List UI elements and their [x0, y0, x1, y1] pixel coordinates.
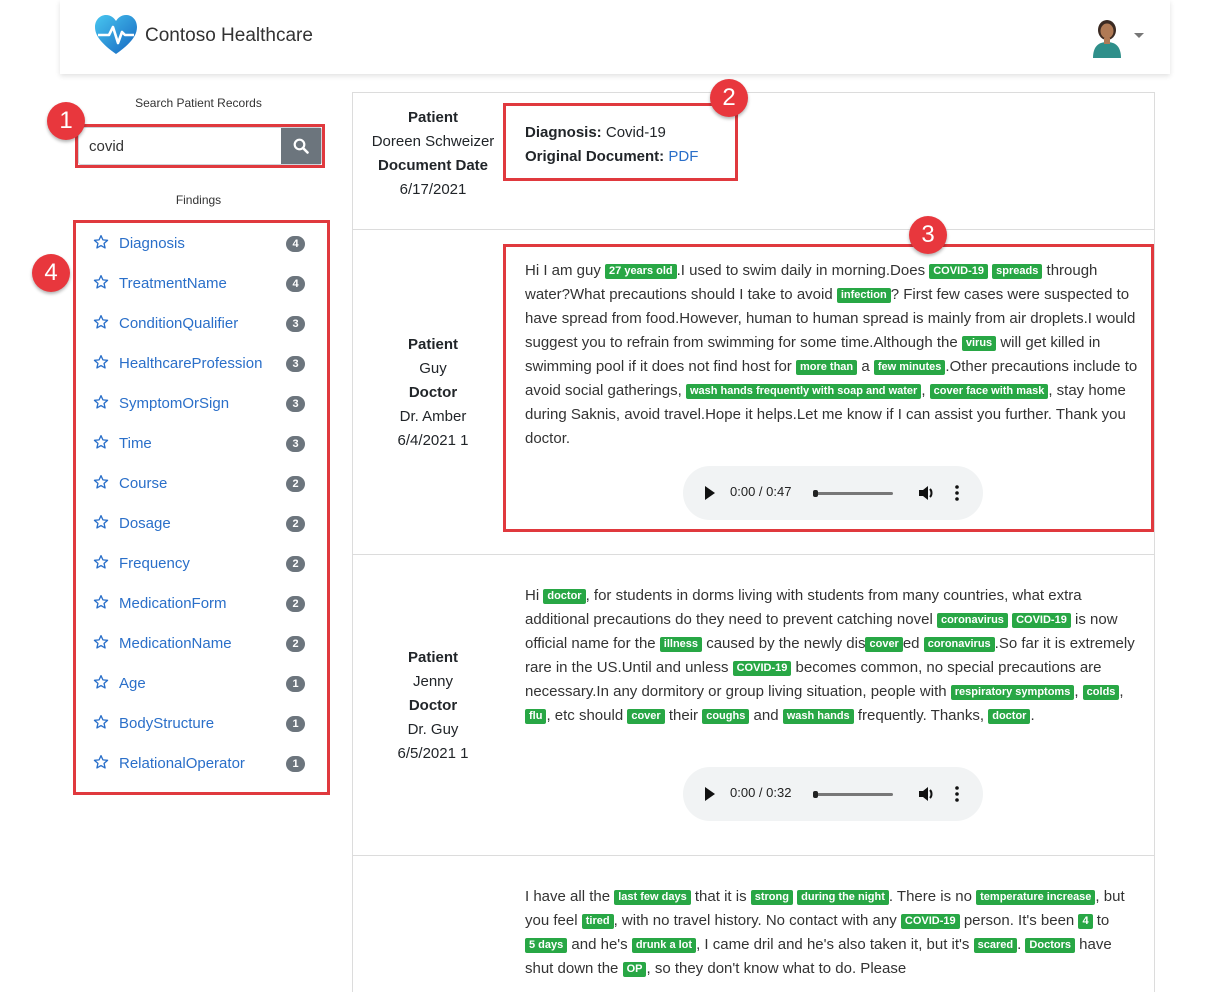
entity-tag[interactable]: COVID-19 — [900, 914, 960, 929]
message-text: I have all the — [525, 888, 615, 905]
record-message: Hi doctor, for students in dorms living … — [525, 584, 1143, 728]
record-date: 6/4/2021 1 — [397, 432, 469, 449]
entity-tag[interactable]: coronavirus — [936, 613, 1008, 628]
message-text: and — [749, 707, 783, 724]
entity-tag[interactable]: colds — [1082, 685, 1120, 700]
message-text: to — [1092, 912, 1110, 929]
entity-tag[interactable]: temperature increase — [976, 890, 1096, 905]
entity-tag[interactable]: tired — [581, 914, 614, 929]
patient-name: Guy — [419, 360, 447, 377]
entity-tag[interactable]: drunk a lot — [631, 938, 697, 953]
patient-label: Patient — [407, 109, 458, 126]
entity-tag[interactable]: 5 days — [525, 938, 568, 953]
message-text: caused by the newly dis — [702, 635, 866, 652]
play-icon[interactable] — [705, 787, 715, 801]
entity-tag[interactable]: 4 — [1078, 914, 1093, 929]
findings-title: Findings — [175, 193, 222, 207]
entity-tag[interactable]: cover — [865, 637, 903, 652]
patient-name: Jenny — [412, 673, 454, 690]
entity-tag[interactable]: flu — [525, 709, 547, 724]
row-divider — [353, 554, 1154, 555]
doctor-name: Dr. Amber — [399, 408, 467, 425]
user-avatar-icon[interactable] — [1090, 16, 1124, 58]
heart-logo-icon — [95, 15, 137, 54]
doctor-name: Dr. Guy — [407, 721, 459, 738]
patient-name: Doreen Schweizer — [371, 133, 495, 150]
entity-tag[interactable]: COVID-19 — [732, 661, 792, 676]
search-title: Search Patient Records — [135, 96, 262, 110]
entity-tag[interactable]: cover — [627, 709, 665, 724]
annotation-marker-4: 4 — [32, 254, 70, 292]
annotation-box-search — [75, 124, 325, 168]
annotation-box-findings — [73, 220, 330, 795]
audio-time: 0:00 / 0:32 — [730, 785, 792, 800]
more-options-icon[interactable] — [955, 786, 959, 802]
record-message: I have all the last few days that it is … — [525, 885, 1143, 981]
annotation-marker-3: 3 — [909, 216, 947, 254]
message-text: . — [1017, 936, 1026, 953]
row-divider — [353, 229, 1154, 230]
entity-tag[interactable]: illness — [659, 637, 703, 652]
message-text: their — [664, 707, 703, 724]
row-divider — [353, 855, 1154, 856]
annotation-box-document — [503, 103, 738, 181]
document-meta: Patient Doreen Schweizer Document Date 6… — [353, 106, 513, 202]
patient-label: Patient — [407, 336, 458, 353]
message-text: and he's — [567, 936, 632, 953]
message-text: , with no travel history. No contact wit… — [613, 912, 901, 929]
entity-tag[interactable]: doctor — [543, 589, 586, 604]
entity-tag[interactable]: doctor — [988, 709, 1031, 724]
message-text: . — [1030, 707, 1035, 724]
entity-tag[interactable]: strong — [750, 890, 793, 905]
message-text: , — [1119, 683, 1124, 700]
entity-tag[interactable]: coronavirus — [923, 637, 995, 652]
doctor-label: Doctor — [408, 697, 458, 714]
entity-tag[interactable]: respiratory symptoms — [950, 685, 1075, 700]
record-meta: Patient Guy Doctor Dr. Amber 6/4/2021 1 — [353, 333, 513, 453]
document-date-label: Document Date — [377, 157, 489, 174]
annotation-marker-2: 2 — [710, 79, 748, 117]
audio-progress-track[interactable] — [813, 793, 893, 796]
document-date: 6/17/2021 — [399, 181, 467, 198]
entity-tag[interactable]: coughs — [702, 709, 750, 724]
record-meta: Patient Jenny Doctor Dr. Guy 6/5/2021 1 — [353, 646, 513, 766]
message-text: person. It's been — [959, 912, 1079, 929]
audio-player[interactable]: 0:00 / 0:32 — [683, 767, 983, 821]
annotation-marker-1: 1 — [47, 102, 85, 140]
message-text: frequently. Thanks, — [853, 707, 989, 724]
entity-tag[interactable]: wash hands — [782, 709, 854, 724]
entity-tag[interactable]: last few days — [614, 890, 691, 905]
entity-tag[interactable]: during the night — [797, 890, 889, 905]
annotation-box-message — [503, 244, 1154, 532]
top-navbar: Contoso Healthcare — [60, 0, 1170, 74]
volume-icon[interactable] — [917, 785, 935, 803]
record-date: 6/5/2021 1 — [397, 745, 469, 762]
message-text: , etc should — [546, 707, 628, 724]
entity-tag[interactable]: scared — [973, 938, 1018, 953]
entity-tag[interactable]: OP — [622, 962, 647, 977]
entity-tag[interactable]: Doctors — [1025, 938, 1075, 953]
message-text: that it is — [690, 888, 751, 905]
chevron-down-icon[interactable] — [1134, 33, 1144, 38]
message-text: , I came dril and he's also taken it, bu… — [696, 936, 974, 953]
message-text: Hi — [525, 587, 544, 604]
patient-label: Patient — [407, 649, 458, 666]
message-text: ed — [902, 635, 924, 652]
records-panel — [352, 92, 1155, 992]
message-text: , — [1074, 683, 1083, 700]
brand-name[interactable]: Contoso Healthcare — [145, 25, 313, 47]
message-text: . There is no — [888, 888, 977, 905]
doctor-label: Doctor — [408, 384, 458, 401]
message-text: , so they don't know what to do. Please — [646, 960, 907, 977]
entity-tag[interactable]: COVID-19 — [1012, 613, 1071, 628]
audio-progress-handle[interactable] — [813, 791, 818, 798]
